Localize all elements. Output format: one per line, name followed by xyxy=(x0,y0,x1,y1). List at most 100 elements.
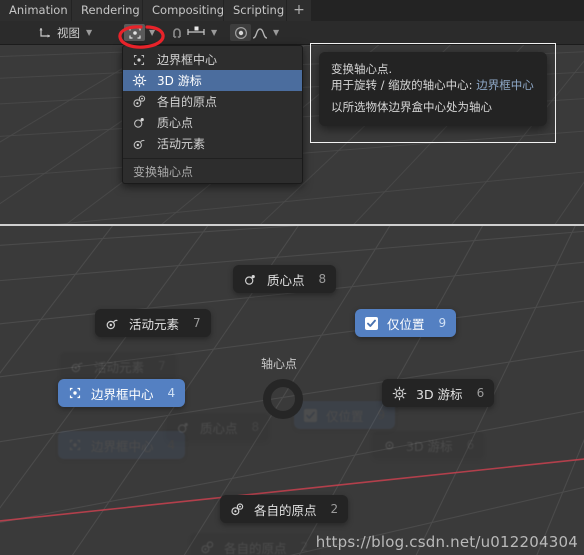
menu-item-median-point[interactable]: 质心点 xyxy=(123,112,302,133)
pie-menu-title: 轴心点 xyxy=(261,357,298,371)
pie-item-label: 各自的原点 xyxy=(254,502,317,518)
ghost-item-bounding-box-center: 边界框中心 4 xyxy=(58,431,186,459)
pie-item-bounding-box-center[interactable]: 边界框中心 4 xyxy=(58,379,186,407)
ghost-label: 质心点 xyxy=(200,420,238,436)
tab-compositing[interactable]: Compositing xyxy=(143,0,224,21)
pie-item-only-locations[interactable]: 仅位置 9 xyxy=(355,309,457,337)
bounding-box-center-icon xyxy=(131,53,147,67)
orientation-label: 视图 xyxy=(57,25,80,40)
transform-orientation-control[interactable]: 视图 ▼ xyxy=(38,21,92,44)
active-element-icon xyxy=(70,359,85,374)
pie-item-number: 2 xyxy=(330,502,339,516)
pivot-chevron-down-icon[interactable]: ▼ xyxy=(149,28,155,37)
bounding-box-center-icon xyxy=(68,438,82,452)
pie-item-median-point[interactable]: 质心点 8 xyxy=(233,265,337,293)
snap-target-control[interactable]: ▼ xyxy=(186,21,217,44)
ghost-number: 6 xyxy=(466,438,475,452)
pie-item-label: 仅位置 xyxy=(387,316,425,332)
ghost-label: 活动元素 xyxy=(94,359,145,375)
menu-item-label: 质心点 xyxy=(157,116,194,130)
snap-increment-icon[interactable] xyxy=(186,25,206,41)
pie-item-label: 3D 游标 xyxy=(416,386,463,402)
pie-item-label: 边界框中心 xyxy=(91,386,154,402)
ghost-number: 2 xyxy=(300,540,309,554)
snap-magnet-control[interactable] xyxy=(166,21,187,44)
proportional-edit-icon[interactable] xyxy=(230,24,251,41)
proportional-editing-control[interactable] xyxy=(230,21,251,44)
cursor-3d-icon xyxy=(382,438,397,453)
tab-add[interactable]: + xyxy=(287,0,312,21)
tooltip-line-2-prefix: 用于旋转 / 缩放的轴心中心: xyxy=(331,78,477,92)
menu-item-bounding-box-center[interactable]: 边界框中心 xyxy=(123,49,302,70)
watermark-url: https://blog.csdn.net/u012204304 xyxy=(315,533,578,551)
pie-item-number: 7 xyxy=(193,316,201,330)
workspace-tabbar: Animation Rendering Compositing Scriptin… xyxy=(0,0,584,21)
smooth-falloff-icon[interactable] xyxy=(252,26,268,40)
falloff-chevron-down-icon[interactable]: ▼ xyxy=(273,28,279,37)
ghost-label: 3D 游标 xyxy=(406,438,453,454)
tab-rendering[interactable]: Rendering xyxy=(72,0,143,21)
orientation-axis-icon xyxy=(38,26,52,40)
pie-item-individual-origins[interactable]: 各自的原点 2 xyxy=(220,495,349,523)
ghost-label: 边界框中心 xyxy=(91,438,154,454)
pie-item-label: 质心点 xyxy=(267,272,305,288)
pie-item-label: 活动元素 xyxy=(129,316,180,332)
individual-origins-icon xyxy=(230,502,245,517)
checkbox-checked-icon xyxy=(304,408,317,422)
ghost-number: 7 xyxy=(158,359,166,373)
tab-animation[interactable]: Animation xyxy=(0,0,72,21)
cursor-3d-icon xyxy=(392,386,407,401)
pie-item-active-element[interactable]: 活动元素 7 xyxy=(95,309,211,337)
tooltip-line-2-value: 边界框中心 xyxy=(476,78,534,92)
menu-item-label: 3D 游标 xyxy=(157,74,202,88)
proportional-falloff-control[interactable]: ▼ xyxy=(252,21,279,44)
menu-item-label: 边界框中心 xyxy=(157,53,218,67)
screenshot-root: Animation Rendering Compositing Scriptin… xyxy=(0,0,584,555)
snap-chevron-down-icon[interactable]: ▼ xyxy=(211,28,217,37)
chevron-down-icon[interactable]: ▼ xyxy=(86,28,92,37)
median-point-icon xyxy=(243,272,258,287)
tooltip-highlight-frame: 变换轴心点. 用于旋转 / 缩放的轴心中心: 边界框中心 以所选物体边界盒中心处… xyxy=(310,43,556,143)
active-element-icon xyxy=(105,316,120,331)
menu-item-label: 活动元素 xyxy=(157,137,206,151)
ghost-item-only-locations: 仅位置 9 xyxy=(294,401,396,429)
menu-item-active-element[interactable]: 活动元素 xyxy=(123,133,302,154)
menu-footer-label: 变换轴心点 xyxy=(133,164,194,179)
cursor-3d-icon xyxy=(131,73,147,88)
ghost-item-individual-origins: 各自的原点 2 xyxy=(190,533,319,555)
pie-menu-center-ring xyxy=(263,379,303,419)
ghost-label: 各自的原点 xyxy=(224,540,287,555)
bounding-box-center-icon xyxy=(68,386,82,400)
bounding-box-center-icon[interactable] xyxy=(124,24,145,41)
menu-item-label: 各自的原点 xyxy=(157,95,218,109)
top-window: Animation Rendering Compositing Scriptin… xyxy=(0,0,584,224)
header-toolbar: 视图 ▼ ▼ ▼ ▼ xyxy=(0,21,584,45)
ghost-item-active-element: 活动元素 7 xyxy=(60,352,176,380)
individual-origins-icon xyxy=(200,540,215,555)
tab-scripting[interactable]: Scripting xyxy=(224,0,287,21)
pie-item-number: 9 xyxy=(438,316,447,330)
tooltip-line-1: 变换轴心点. xyxy=(331,62,393,76)
tooltip-line-3: 以所选物体边界盒中心处为轴心 xyxy=(331,100,492,114)
pie-item-number: 6 xyxy=(476,386,485,400)
ghost-number: 8 xyxy=(251,420,260,434)
menu-item-individual-origins[interactable]: 各自的原点 xyxy=(123,91,302,112)
pivot-point-dropdown-menu[interactable]: 边界框中心 3D 游标 各自的原点 质心点 活动元素 变换轴心点 xyxy=(122,45,303,184)
transform-pivot-point-control[interactable]: ▼ xyxy=(124,21,155,44)
pie-item-3d-cursor[interactable]: 3D 游标 6 xyxy=(382,379,495,407)
bottom-window: 质心点 8 活动元素 7 仅位置 9 边界框中心 4 3D 游标 6 各自的原点… xyxy=(0,226,584,555)
menu-item-3d-cursor[interactable]: 3D 游标 xyxy=(123,70,302,91)
pie-item-number: 4 xyxy=(167,386,176,400)
active-element-icon xyxy=(131,136,147,151)
pie-item-number: 8 xyxy=(318,272,327,286)
ghost-number: 4 xyxy=(167,438,176,452)
ghost-number: 9 xyxy=(377,408,386,422)
magnet-icon[interactable] xyxy=(166,24,187,41)
ghost-label: 仅位置 xyxy=(326,408,364,424)
median-point-icon xyxy=(131,115,147,130)
checkbox-checked-icon[interactable] xyxy=(365,316,378,330)
pivot-tooltip: 变换轴心点. 用于旋转 / 缩放的轴心中心: 边界框中心 以所选物体边界盒中心处… xyxy=(319,52,547,126)
tooltip-line-2: 用于旋转 / 缩放的轴心中心: 边界框中心 xyxy=(331,77,535,93)
individual-origins-icon xyxy=(131,94,147,109)
ghost-item-3d-cursor: 3D 游标 6 xyxy=(372,431,485,459)
